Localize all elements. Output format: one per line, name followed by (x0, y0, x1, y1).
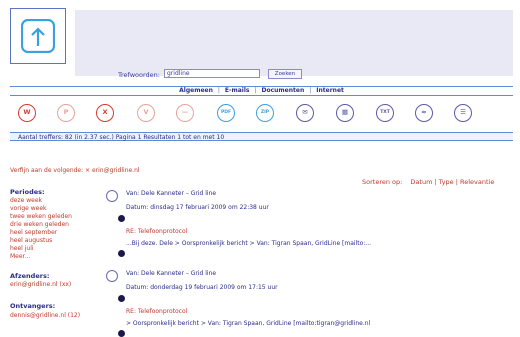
bullet-icon (118, 250, 125, 257)
pdf-icon[interactable]: PDF (217, 104, 235, 122)
period-link[interactable]: twee weken geleden (10, 213, 72, 220)
sort-by-date[interactable]: Datum (410, 178, 432, 186)
bullet-icon (118, 215, 125, 222)
sort-by-type[interactable]: Type (439, 178, 454, 186)
file-type-filter-row: W P X V — PDF ZIP ✉ ▦ TXT ≈ ☰ (10, 104, 513, 126)
period-link[interactable]: heel augustus (10, 237, 52, 244)
sort-controls: Sorteren op: Datum | Type | Relevantie (362, 178, 495, 186)
app-logo (10, 8, 66, 64)
result-subject[interactable]: RE: Telefoonprotocol (126, 308, 187, 315)
period-link[interactable]: heel september (10, 229, 57, 236)
tab-separator: | (309, 87, 312, 94)
period-link[interactable]: vorige week (10, 205, 47, 212)
recipient-link[interactable]: dennis@gridline.nl (12) (10, 312, 80, 319)
generic-file-icon[interactable]: — (176, 104, 194, 122)
tab-internet[interactable]: Internet (316, 87, 344, 94)
result-subject[interactable]: RE: Telefoonprotocol (126, 228, 187, 235)
text-file-icon[interactable]: TXT (376, 104, 394, 122)
tab-general[interactable]: Algemeen (179, 87, 213, 94)
tab-documents[interactable]: Documenten (262, 87, 305, 94)
tab-separator: | (254, 87, 257, 94)
result-stats: Aantal treffers: 82 (in 2.37 sec.) Pagin… (10, 132, 513, 141)
result-snippet: ...Bij deze. Dele > Oorspronkelijk beric… (126, 240, 372, 247)
result-from: Van: Dele Kanneter – Grid line (126, 190, 217, 197)
result-snippet: > Oorspronkelijk bericht > Van: Tigran S… (126, 320, 371, 327)
email-result-icon (106, 190, 118, 202)
sender-link[interactable]: erin@gridline.nl (xx) (10, 281, 71, 288)
category-tabs: Algemeen | E-mails | Documenten | Internet (10, 86, 513, 96)
bullet-icon (118, 295, 125, 302)
calendar-icon[interactable]: ▦ (336, 104, 354, 122)
tab-emails[interactable]: E-mails (225, 87, 250, 94)
result-date: Datum: donderdag 19 februari 2009 om 17:… (126, 284, 278, 291)
sort-by-relevance[interactable]: Relevantie (460, 178, 494, 186)
email-icon[interactable]: ✉ (296, 104, 314, 122)
chat-icon[interactable]: ☰ (454, 104, 472, 122)
period-link[interactable]: heel juli (10, 245, 34, 252)
tab-separator: | (217, 87, 220, 94)
header-banner (75, 10, 513, 76)
result-from: Van: Dele Kanneter – Grid line (126, 270, 217, 277)
word-icon[interactable]: W (18, 104, 36, 122)
period-more-link[interactable]: Meer... (10, 253, 30, 260)
period-link[interactable]: drie weken geleden (10, 221, 69, 228)
excel-icon[interactable]: X (96, 104, 114, 122)
result-date: Datum: dinsdag 17 februari 2009 om 22:38… (126, 204, 269, 211)
logo-arrow-icon (21, 19, 55, 53)
zip-icon[interactable]: ZIP (256, 104, 274, 122)
recipients-title: Ontvangers: (10, 302, 56, 310)
senders-title: Afzenders: (10, 272, 50, 280)
search-input[interactable]: gridline (164, 69, 260, 78)
powerpoint-icon[interactable]: P (57, 104, 75, 122)
search-button[interactable]: Zoeken (268, 69, 302, 79)
search-label: Trefwoorden: (118, 71, 160, 79)
sort-label: Sorteren op: (362, 178, 403, 186)
email-result-icon (106, 270, 118, 282)
visio-icon[interactable]: V (137, 104, 155, 122)
periods-title: Periodes: (10, 188, 45, 196)
active-filter[interactable]: Verfijn aan de volgende: × erin@gridline… (10, 167, 140, 174)
web-icon[interactable]: ≈ (415, 104, 433, 122)
period-link[interactable]: deze week (10, 197, 42, 204)
